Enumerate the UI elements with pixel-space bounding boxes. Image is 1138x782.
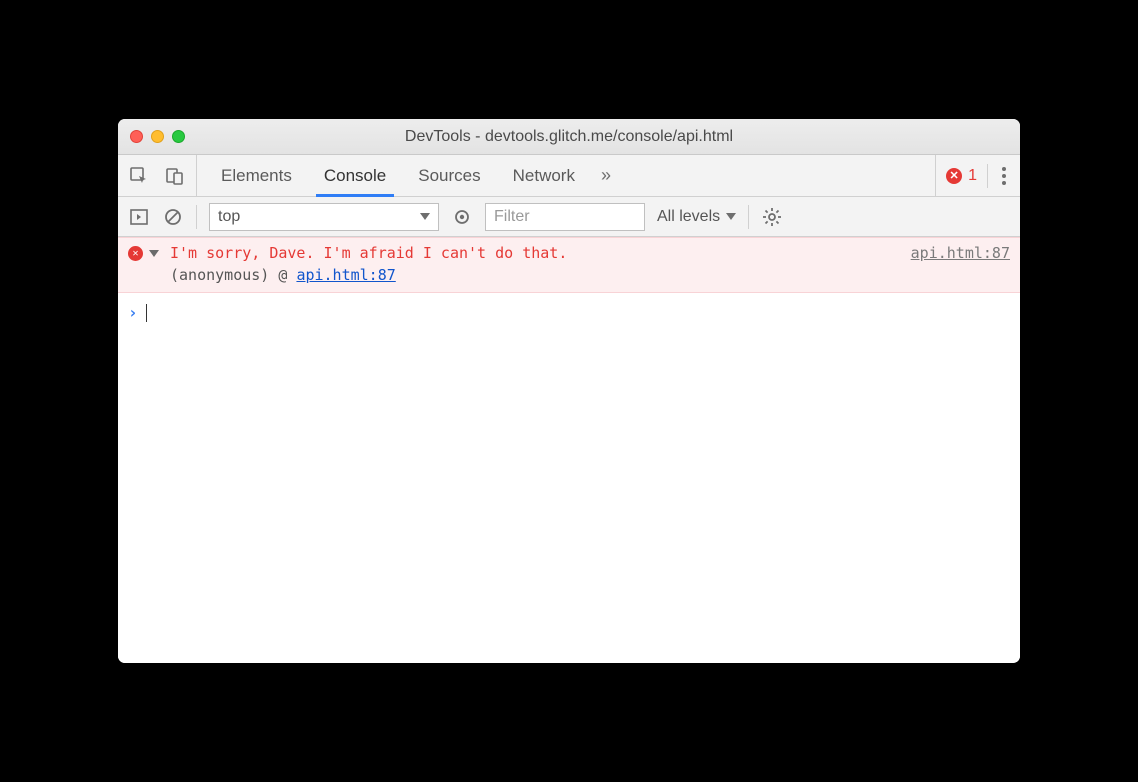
titlebar[interactable]: DevTools - devtools.glitch.me/console/ap… [118, 119, 1020, 155]
tabs-list: Elements Console Sources Network » [197, 155, 935, 196]
disclosure-triangle-icon[interactable] [149, 250, 159, 257]
device-toolbar-icon[interactable] [164, 165, 186, 187]
error-count-indicator[interactable]: ✕ 1 [946, 167, 977, 185]
log-levels-select[interactable]: All levels [657, 208, 736, 226]
zoom-window-button[interactable] [172, 130, 185, 143]
tab-network[interactable]: Network [497, 155, 591, 196]
chevron-down-icon [726, 213, 736, 220]
prompt-chevron-icon: › [128, 303, 138, 322]
separator [987, 164, 988, 188]
error-icon: ✕ [946, 168, 962, 184]
stack-prefix: (anonymous) @ [170, 266, 296, 284]
text-caret [146, 304, 147, 322]
log-content: I'm sorry, Dave. I'm afraid I can't do t… [170, 244, 1010, 284]
tab-console[interactable]: Console [308, 155, 402, 196]
tabs-overflow-button[interactable]: » [591, 155, 621, 196]
overflow-glyph: » [601, 165, 611, 186]
console-toolbar: top All levels [118, 197, 1020, 237]
clear-console-icon[interactable] [162, 206, 184, 228]
context-value: top [218, 208, 240, 226]
window-title: DevTools - devtools.glitch.me/console/ap… [118, 128, 1020, 146]
close-window-button[interactable] [130, 130, 143, 143]
console-output: ✕ I'm sorry, Dave. I'm afraid I can't do… [118, 237, 1020, 663]
tab-label: Elements [221, 166, 292, 186]
inspect-element-icon[interactable] [128, 165, 150, 187]
stack-frame: (anonymous) @ api.html:87 [170, 266, 1010, 284]
execution-context-select[interactable]: top [209, 203, 439, 231]
chevron-down-icon [420, 213, 430, 220]
console-prompt[interactable]: › [118, 293, 1020, 332]
tab-label: Sources [418, 166, 480, 186]
tabs-right-tools: ✕ 1 [935, 155, 1020, 196]
error-message: I'm sorry, Dave. I'm afraid I can't do t… [170, 244, 567, 262]
source-link[interactable]: api.html:87 [911, 244, 1010, 262]
tab-sources[interactable]: Sources [402, 155, 496, 196]
tabs-left-tools [118, 155, 197, 196]
tab-elements[interactable]: Elements [205, 155, 308, 196]
more-menu-button[interactable] [998, 163, 1010, 189]
live-expression-icon[interactable] [451, 206, 473, 228]
show-console-sidebar-icon[interactable] [128, 206, 150, 228]
minimize-window-button[interactable] [151, 130, 164, 143]
tab-label: Console [324, 166, 386, 186]
devtools-window: DevTools - devtools.glitch.me/console/ap… [118, 119, 1020, 663]
separator [196, 205, 197, 229]
error-icon: ✕ [128, 246, 143, 261]
log-gutter: ✕ [128, 244, 170, 284]
filter-input[interactable] [485, 203, 645, 231]
stack-link[interactable]: api.html:87 [296, 266, 395, 284]
log-message-line: I'm sorry, Dave. I'm afraid I can't do t… [170, 244, 1010, 262]
tab-label: Network [513, 166, 575, 186]
error-glyph: ✕ [949, 169, 958, 182]
separator [748, 205, 749, 229]
error-count-value: 1 [968, 167, 977, 185]
console-error-entry[interactable]: ✕ I'm sorry, Dave. I'm afraid I can't do… [118, 237, 1020, 293]
traffic-lights [130, 130, 185, 143]
error-glyph: ✕ [132, 248, 138, 259]
console-settings-icon[interactable] [761, 206, 783, 228]
levels-label: All levels [657, 208, 720, 226]
main-tabs-row: Elements Console Sources Network » ✕ 1 [118, 155, 1020, 197]
